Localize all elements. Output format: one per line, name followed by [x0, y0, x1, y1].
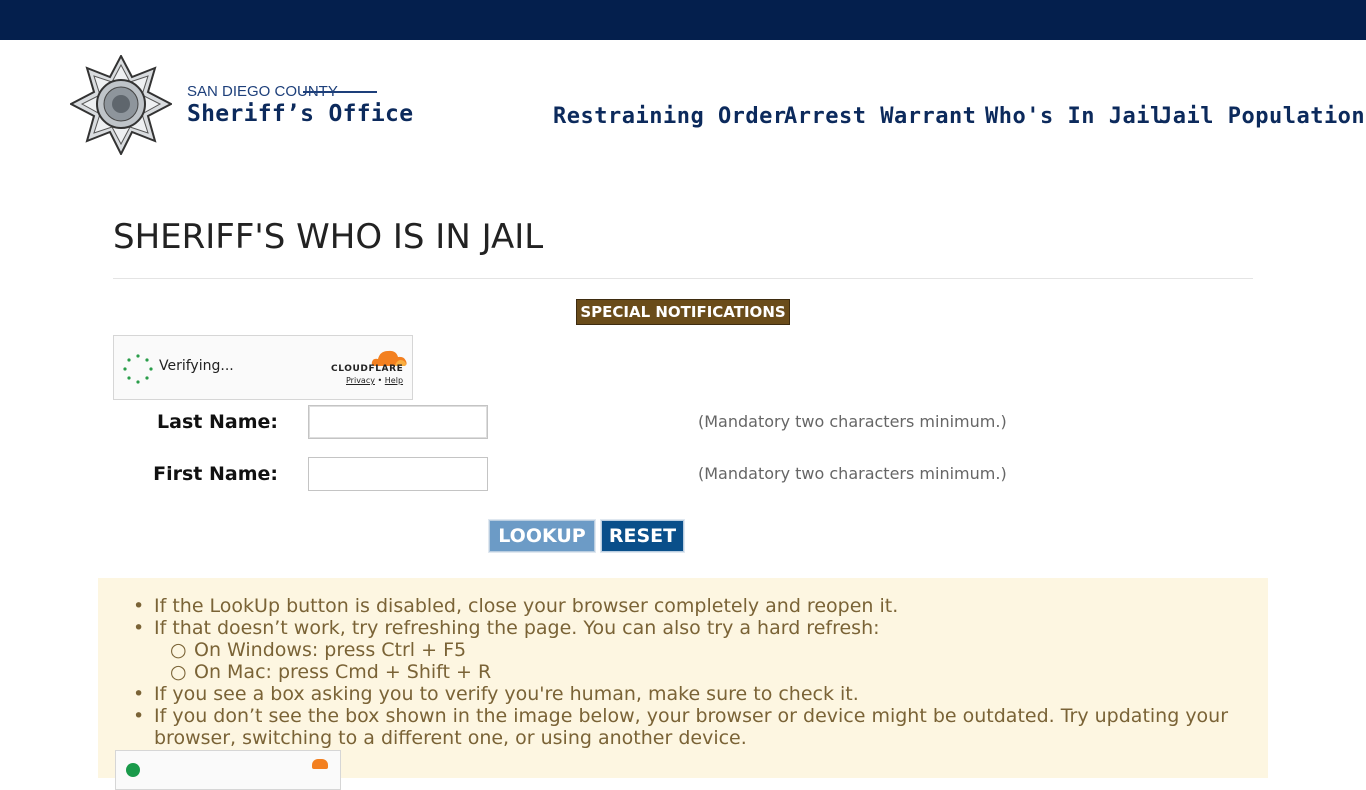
first-name-hint: (Mandatory two characters minimum.)	[698, 464, 1007, 483]
captcha-status: Verifying...	[159, 358, 234, 374]
nav-whos-in-jail[interactable]: Who's In Jail	[985, 104, 1164, 129]
list-item: • If you see a box asking you to verify …	[133, 683, 859, 705]
nav-restraining-order[interactable]: Restraining Order	[553, 104, 787, 129]
list-item-text: browser, switching to a different one, o…	[154, 727, 747, 749]
last-name-input[interactable]	[308, 405, 488, 439]
list-item-text: If you don’t see the box shown in the im…	[154, 705, 1229, 727]
list-item: • If you don’t see the box shown in the …	[133, 705, 1229, 727]
captcha-link-separator: •	[377, 376, 383, 385]
cloudflare-brand: CLOUDFLARE	[331, 364, 404, 374]
list-item: ○ On Windows: press Ctrl + F5	[170, 639, 467, 661]
list-item-text: If the LookUp button is disabled, close …	[154, 595, 899, 617]
list-item-continuation: browser, switching to a different one, o…	[154, 727, 747, 749]
first-name-input[interactable]	[308, 457, 488, 491]
bullet: •	[133, 595, 145, 617]
title-divider	[113, 278, 1253, 279]
example-captcha-image	[115, 750, 341, 790]
list-item-text: If you see a box asking you to verify yo…	[154, 683, 859, 705]
checkmark-icon	[126, 763, 140, 777]
last-name-hint: (Mandatory two characters minimum.)	[698, 412, 1007, 431]
cloudflare-captcha-widget[interactable]: Verifying... CLOUDFLARE Privacy • Help	[113, 335, 413, 400]
sub-bullet: ○	[170, 639, 187, 661]
list-item-text: On Mac: press Cmd + Shift + R	[194, 661, 492, 683]
nav-jail-population[interactable]: Jail Population	[1159, 104, 1365, 129]
special-notifications-button[interactable]: SPECIAL NOTIFICATIONS	[576, 299, 790, 325]
top-bar	[0, 0, 1366, 40]
bullet: •	[133, 617, 145, 639]
sub-bullet: ○	[170, 661, 187, 683]
main-nav: Restraining Order Arrest Warrant Who's I…	[0, 104, 1366, 138]
list-item: ○ On Mac: press Cmd + Shift + R	[170, 661, 492, 683]
bullet: •	[133, 705, 145, 727]
nav-arrest-warrant[interactable]: Arrest Warrant	[784, 104, 976, 129]
reset-button[interactable]: RESET	[601, 520, 684, 552]
last-name-label: Last Name:	[157, 411, 278, 433]
loading-spinner-icon	[123, 354, 153, 384]
help-notice-box: • If the LookUp button is disabled, clos…	[98, 578, 1268, 790]
logo-rule	[303, 91, 377, 93]
list-item: • If the LookUp button is disabled, clos…	[133, 595, 899, 617]
page-title: SHERIFF'S WHO IS IN JAIL	[113, 217, 544, 257]
bullet: •	[133, 683, 145, 705]
captcha-links: Privacy • Help	[346, 376, 403, 385]
lookup-button[interactable]: LOOKUP	[489, 520, 595, 552]
list-item-text: On Windows: press Ctrl + F5	[194, 639, 467, 661]
list-item-text: If that doesn’t work, try refreshing the…	[154, 617, 880, 639]
captcha-privacy-link[interactable]: Privacy	[346, 376, 375, 385]
first-name-label: First Name:	[153, 463, 278, 485]
list-item: • If that doesn’t work, try refreshing t…	[133, 617, 880, 639]
captcha-help-link[interactable]: Help	[385, 376, 403, 385]
